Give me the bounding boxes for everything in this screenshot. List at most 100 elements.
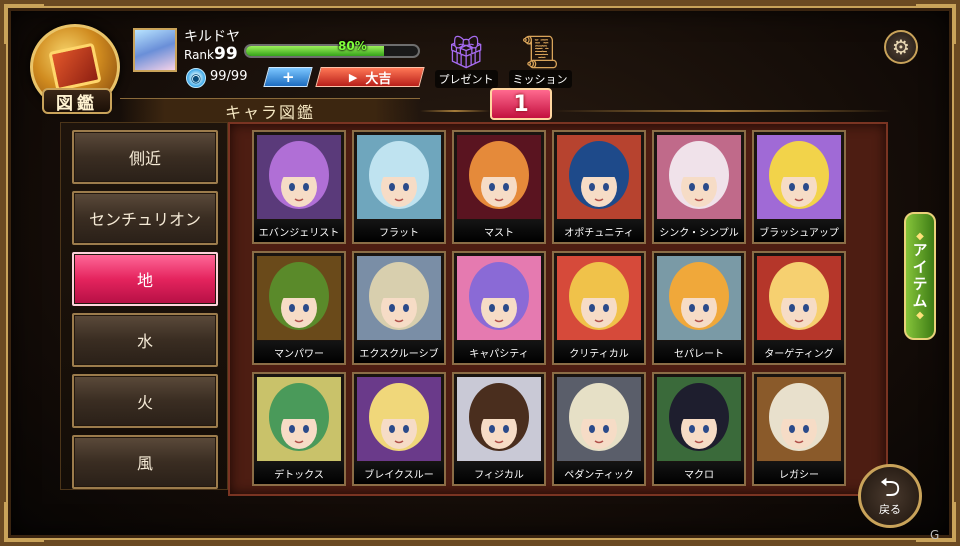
character-portrait-image <box>657 256 741 340</box>
character-portrait <box>457 377 541 461</box>
character-card[interactable]: マンパワー <box>252 251 346 365</box>
character-card[interactable]: セパレート <box>652 251 746 365</box>
character-card[interactable]: ターゲティング <box>752 251 846 365</box>
return-arrow-icon: ⮌ <box>879 473 901 503</box>
category-button[interactable]: センチュリオン <box>72 191 218 245</box>
rank-prefix: Rank <box>184 48 214 62</box>
mission-button[interactable]: 📜︎ ミッション <box>508 22 572 88</box>
character-portrait-image <box>457 256 541 340</box>
character-portrait-image <box>757 256 841 340</box>
fortune-arrow-icon: ▶ <box>348 70 358 84</box>
item-tab[interactable]: ◆ アイテム ◆ <box>904 212 936 340</box>
character-card[interactable]: エバンジェリスト <box>252 130 346 244</box>
gear-icon: ⚙ <box>892 35 910 59</box>
character-portrait <box>757 135 841 219</box>
back-button[interactable]: ⮌ 戻る <box>858 464 922 528</box>
character-card[interactable]: マクロ <box>652 372 746 486</box>
title-divider <box>420 110 490 112</box>
character-portrait <box>557 135 641 219</box>
character-portrait-image <box>257 256 341 340</box>
category-button[interactable]: 風 <box>72 435 218 489</box>
character-portrait-image <box>357 135 441 219</box>
character-portrait-image <box>557 377 641 461</box>
page-title: キャラ図鑑 <box>120 98 420 124</box>
character-card[interactable]: ブレイクスルー <box>352 372 446 486</box>
page-number-badge[interactable]: 1 <box>490 88 552 120</box>
back-label: 戻る <box>879 503 901 516</box>
watermark: G <box>930 528 940 542</box>
character-portrait-image <box>357 256 441 340</box>
character-portrait <box>657 135 741 219</box>
character-portrait-image <box>657 377 741 461</box>
character-portrait <box>457 256 541 340</box>
character-name: クリティカル <box>554 341 644 363</box>
category-button[interactable]: 側近 <box>72 130 218 184</box>
fortune-button[interactable]: ▶ 大吉 <box>315 67 425 87</box>
item-arrow-icon: ◆ <box>916 310 924 321</box>
character-portrait-image <box>357 377 441 461</box>
character-portrait-image <box>457 377 541 461</box>
gift-icon: 🎁︎ <box>445 33 487 71</box>
scroll-icon: 📜︎ <box>519 33 561 71</box>
character-name: レガシー <box>754 462 844 484</box>
character-portrait-image <box>557 256 641 340</box>
character-card[interactable]: オポチュニティ <box>552 130 646 244</box>
character-card[interactable]: フィジカル <box>452 372 546 486</box>
character-portrait-image <box>257 135 341 219</box>
character-portrait-image <box>657 135 741 219</box>
frame-corner <box>916 4 956 44</box>
present-label: プレゼント <box>434 70 498 88</box>
player-rank: Rank99 <box>184 44 238 64</box>
character-name: エクスクルーシブ <box>354 341 444 363</box>
fortune-label: 大吉 <box>365 71 392 87</box>
character-portrait <box>257 256 341 340</box>
stamina-value: 99/99 <box>210 69 248 84</box>
character-portrait-image <box>557 135 641 219</box>
item-tab-label: アイテム <box>910 242 929 310</box>
frame-corner <box>4 4 44 44</box>
character-card[interactable]: フラット <box>352 130 446 244</box>
exp-percent: 80% <box>338 39 367 53</box>
rank-value: 99 <box>213 44 238 64</box>
character-name: ブラッシュアップ <box>754 220 844 242</box>
character-card[interactable]: デトックス <box>252 372 346 486</box>
character-portrait <box>357 377 441 461</box>
character-name: シンク・シンプル <box>654 220 744 242</box>
character-card[interactable]: ペダンティック <box>552 372 646 486</box>
player-avatar[interactable] <box>133 28 177 72</box>
character-portrait <box>557 256 641 340</box>
character-portrait <box>657 377 741 461</box>
encyclopedia-label: 図鑑 <box>42 88 112 114</box>
character-name: ペダンティック <box>554 462 644 484</box>
character-name: ブレイクスルー <box>354 462 444 484</box>
plus-label: + <box>281 68 295 86</box>
character-name: セパレート <box>654 341 744 363</box>
character-card[interactable]: ブラッシュアップ <box>752 130 846 244</box>
present-button[interactable]: 🎁︎ プレゼント <box>434 22 498 88</box>
character-card[interactable]: レガシー <box>752 372 846 486</box>
category-button[interactable]: 水 <box>72 313 218 367</box>
character-portrait <box>257 135 341 219</box>
character-card[interactable]: エクスクルーシブ <box>352 251 446 365</box>
settings-button[interactable]: ⚙ <box>884 30 918 64</box>
character-card[interactable]: キャパシティ <box>452 251 546 365</box>
character-portrait <box>557 377 641 461</box>
character-portrait <box>757 256 841 340</box>
character-card[interactable]: シンク・シンプル <box>652 130 746 244</box>
category-button[interactable]: 地 <box>72 252 218 306</box>
character-portrait-image <box>457 135 541 219</box>
character-name: キャパシティ <box>454 341 544 363</box>
stamina-icon: ◉ <box>186 68 206 88</box>
category-button[interactable]: 火 <box>72 374 218 428</box>
character-portrait <box>357 135 441 219</box>
character-portrait-image <box>757 377 841 461</box>
character-name: デトックス <box>254 462 344 484</box>
frame-corner <box>4 502 44 542</box>
add-stamina-button[interactable]: + <box>263 67 313 87</box>
character-card[interactable]: クリティカル <box>552 251 646 365</box>
character-name: フラット <box>354 220 444 242</box>
title-divider <box>552 110 892 112</box>
character-portrait <box>757 377 841 461</box>
character-card[interactable]: マスト <box>452 130 546 244</box>
mission-label: ミッション <box>508 70 572 88</box>
